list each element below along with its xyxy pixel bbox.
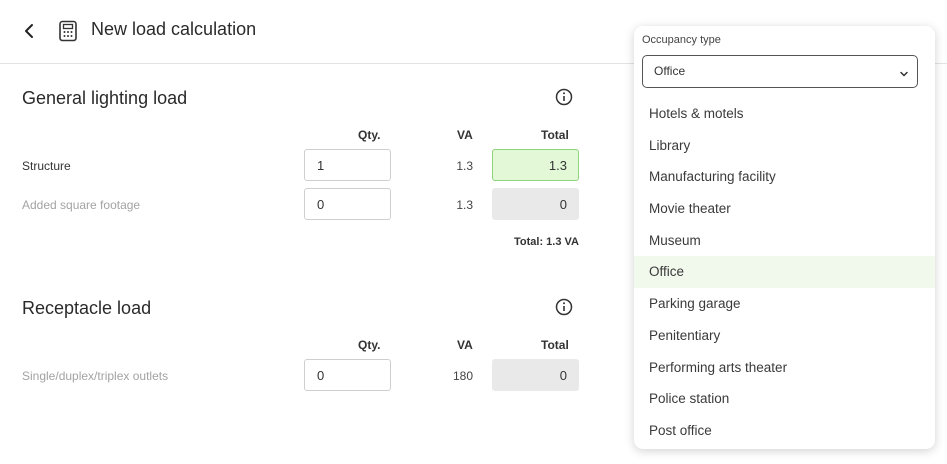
occupancy-selected-value: Office — [654, 64, 686, 78]
occupancy-type-select[interactable]: Office — [642, 55, 918, 88]
qty-column-header: Qty. — [358, 128, 381, 142]
va-column-header: VA — [457, 128, 473, 142]
outlets-total: 0 — [492, 359, 579, 391]
occupancy-option[interactable]: Hotels & motels — [634, 98, 935, 130]
back-arrow-icon[interactable] — [18, 20, 40, 42]
receptacle-load-title: Receptacle load — [22, 298, 152, 318]
info-icon[interactable] — [555, 298, 573, 316]
occupancy-options-list: Hotels & motels Library Manufacturing fa… — [634, 98, 935, 447]
row-label-outlets: Single/duplex/triplex outlets — [22, 369, 169, 383]
added-square-footage-qty-input[interactable] — [304, 188, 391, 220]
added-square-footage-va-value: 1.3 — [456, 198, 473, 212]
row-label-added-square-footage: Added square footage — [22, 198, 141, 212]
structure-va-value: 1.3 — [456, 159, 473, 173]
chevron-down-icon — [899, 66, 909, 77]
occupancy-option[interactable]: Performing arts theater — [634, 352, 935, 384]
occupancy-option-selected[interactable]: Office — [634, 256, 935, 289]
occupancy-option[interactable]: Parking garage — [634, 288, 935, 320]
occupancy-option[interactable]: Movie theater — [634, 193, 935, 225]
occupancy-option[interactable]: Museum — [634, 225, 935, 257]
occupancy-type-dropdown: Occupancy type Office Hotels & motels Li… — [634, 26, 935, 449]
general-lighting-total-summary: Total: 1.3 VA — [514, 236, 579, 248]
row-label-structure: Structure — [22, 159, 71, 173]
calculator-icon — [57, 20, 79, 42]
outlets-va-value: 180 — [452, 369, 473, 383]
total-column-header: Total — [541, 338, 569, 352]
occupancy-option[interactable]: Post office — [634, 415, 935, 447]
occupancy-option[interactable]: Penitentiary — [634, 320, 935, 352]
general-lighting-title: General lighting load — [22, 88, 188, 108]
occupancy-option[interactable]: Manufacturing facility — [634, 161, 935, 193]
qty-column-header: Qty. — [358, 338, 381, 352]
occupancy-type-label: Occupancy type — [642, 34, 721, 46]
occupancy-option[interactable]: Library — [634, 130, 935, 162]
info-icon[interactable] — [555, 88, 573, 106]
occupancy-option[interactable]: Police station — [634, 383, 935, 415]
structure-total: 1.3 — [492, 149, 579, 181]
structure-qty-input[interactable] — [304, 149, 391, 181]
total-column-header: Total — [541, 128, 569, 142]
outlets-qty-input[interactable] — [304, 359, 391, 391]
added-square-footage-total: 0 — [492, 188, 579, 220]
va-column-header: VA — [457, 338, 473, 352]
page-title: New load calculation — [91, 19, 257, 39]
